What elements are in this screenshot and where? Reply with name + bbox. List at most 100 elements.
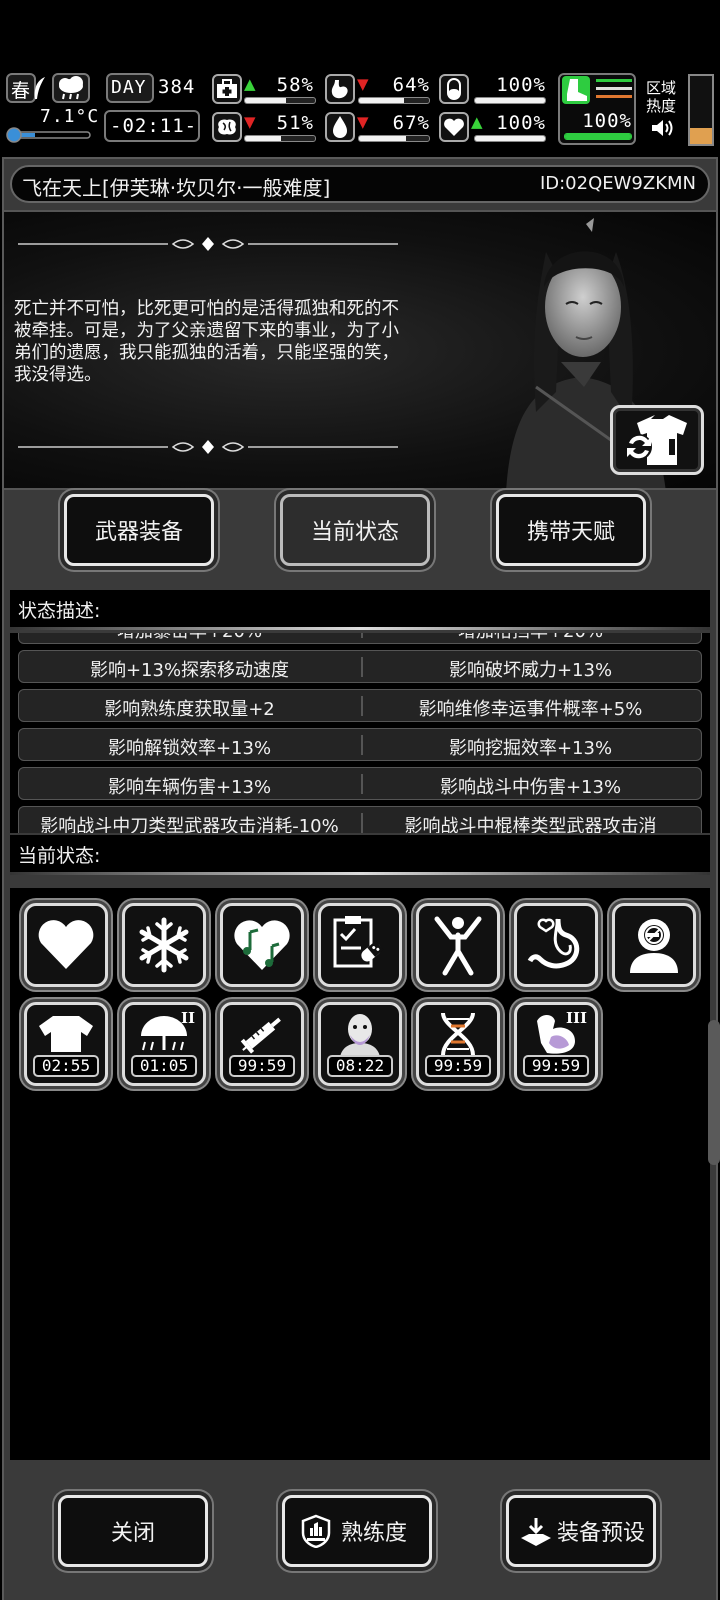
status-description-header: 状态描述: bbox=[10, 590, 710, 630]
tab-status[interactable]: 当前状态 bbox=[280, 494, 430, 566]
effect-timer: 99:59 bbox=[229, 1055, 295, 1077]
status-description-title: 状态描述: bbox=[18, 600, 101, 622]
heart-icon bbox=[439, 112, 469, 142]
equipment-preset-button[interactable]: 装备预设 bbox=[506, 1495, 656, 1567]
snowflake-icon bbox=[139, 917, 189, 973]
region-heat-meter bbox=[688, 74, 714, 146]
stamina-bar bbox=[564, 133, 632, 140]
status-tile[interactable]: 08:22 bbox=[318, 1002, 402, 1086]
stamina-lines-icon bbox=[596, 79, 632, 101]
armor-value: 100% bbox=[496, 74, 546, 96]
thirst-value: 67% bbox=[392, 112, 430, 134]
music-heart-icon bbox=[234, 920, 290, 970]
list-item: 影响+13%探索移动速度 影响破坏威力+13% bbox=[18, 650, 702, 683]
effect-tier: III bbox=[565, 1009, 587, 1027]
water-drop-icon bbox=[325, 112, 355, 142]
status-tile[interactable]: III 99:59 bbox=[514, 1002, 598, 1086]
armor-bar bbox=[474, 97, 546, 104]
effect-timer: 08:22 bbox=[327, 1055, 393, 1077]
thirst-trend-down-icon: ▼ bbox=[357, 113, 369, 131]
effect-timer: 99:59 bbox=[523, 1055, 589, 1077]
shirt-icon bbox=[39, 1016, 93, 1052]
effect-right: 影响维修幸运事件概率+5% bbox=[418, 699, 643, 720]
list-item: 影响解锁效率+13% 影响挖掘效率+13% bbox=[18, 728, 702, 761]
brain-icon bbox=[212, 112, 242, 142]
stamina-value: 100% bbox=[582, 110, 632, 132]
effect-right: 影响破坏威力+13% bbox=[448, 660, 613, 681]
clock-readout: -02:11- bbox=[110, 115, 198, 137]
panel-scrollbar[interactable] bbox=[708, 1020, 720, 1165]
health-bar bbox=[244, 97, 316, 104]
tab-weapons[interactable]: 武器装备 bbox=[64, 494, 214, 566]
mood-value: 100% bbox=[496, 112, 546, 134]
list-item: 影响战斗中刀类型武器攻击消耗-10% 影响战斗中棍棒类型武器攻击消 bbox=[18, 806, 702, 833]
status-tile[interactable] bbox=[318, 903, 402, 987]
top-ornament bbox=[18, 237, 398, 251]
bottom-ornament bbox=[18, 440, 398, 454]
list-item: 影响熟练度获取量+2 影响维修幸运事件概率+5% bbox=[18, 689, 702, 722]
current-status-title: 当前状态: bbox=[18, 845, 101, 867]
status-tile[interactable] bbox=[514, 903, 598, 987]
tab-talents[interactable]: 携带天赋 bbox=[496, 494, 646, 566]
proficiency-button[interactable]: 熟练度 bbox=[282, 1495, 432, 1567]
day-label: DAY bbox=[111, 77, 147, 98]
effect-right: 影响战斗中伤害+13% bbox=[439, 777, 622, 798]
hunger-trend-down-icon: ▼ bbox=[357, 75, 369, 93]
medicine-icon bbox=[333, 916, 384, 968]
proficiency-icon bbox=[301, 1514, 331, 1548]
status-tile[interactable]: 02:55 bbox=[24, 1002, 108, 1086]
status-tile[interactable] bbox=[416, 903, 500, 987]
close-button[interactable]: 关闭 bbox=[58, 1495, 208, 1567]
effect-right: 影响战斗中棍棒类型武器攻击消 bbox=[404, 816, 657, 833]
weather-icon bbox=[52, 73, 90, 103]
status-tile[interactable]: II 01:05 bbox=[122, 1002, 206, 1086]
list-item: 增加暴击率+20% 增加格挡率+20% bbox=[18, 633, 702, 644]
equipment-preset-label: 装备预设 bbox=[557, 1521, 646, 1546]
status-tile[interactable]: 99:59 bbox=[416, 1002, 500, 1086]
status-tile[interactable]: 99:59 bbox=[220, 1002, 304, 1086]
list-item: 影响车辆伤害+13% 影响战斗中伤害+13% bbox=[18, 767, 702, 800]
effect-tier: II bbox=[180, 1009, 195, 1027]
mental-bar bbox=[244, 135, 316, 142]
effect-timer: 01:05 bbox=[131, 1055, 197, 1077]
hunger-bar bbox=[358, 97, 430, 104]
status-tile[interactable] bbox=[122, 903, 206, 987]
character-title-bar: 飞在天上[伊芙琳·坎贝尔·一般难度] ID:02QEW9ZKMN bbox=[10, 165, 710, 203]
effect-left: 影响+13%探索移动速度 bbox=[89, 660, 290, 681]
effect-timer: 02:55 bbox=[33, 1055, 99, 1077]
region-heat-label: 区域热度 bbox=[646, 79, 677, 115]
effect-left: 影响战斗中刀类型武器攻击消耗-10% bbox=[40, 816, 339, 833]
status-tile[interactable] bbox=[612, 903, 696, 987]
day-number: 384 bbox=[158, 76, 196, 98]
sound-icon[interactable] bbox=[650, 117, 676, 143]
character-id: ID:02QEW9ZKMN bbox=[539, 173, 696, 194]
stomach-icon bbox=[325, 74, 355, 104]
dna-icon bbox=[441, 1012, 475, 1056]
medkit-icon bbox=[212, 74, 242, 104]
change-outfit-button[interactable] bbox=[610, 405, 704, 475]
hunger-value: 64% bbox=[392, 74, 430, 96]
outfit-swap-icon bbox=[626, 415, 687, 465]
clock-display: -02:11- bbox=[104, 110, 200, 142]
status-tile[interactable] bbox=[24, 903, 108, 987]
effect-right: 影响挖掘效率+13% bbox=[448, 738, 613, 759]
character-quote: 死亡并不可怕，比死更可怕的是活得孤独和死的不被牵挂。可是，为了父亲遗留下来的事业… bbox=[14, 299, 399, 385]
thermometer-icon bbox=[6, 125, 92, 143]
effect-timer: 99:59 bbox=[425, 1055, 491, 1077]
thirst-bar bbox=[358, 135, 430, 142]
mood-bar bbox=[474, 135, 546, 142]
stomach-heart-icon bbox=[527, 918, 580, 969]
proficiency-label: 熟练度 bbox=[341, 1521, 408, 1546]
status-description-list[interactable]: 增加暴击率+20% 增加格挡率+20% 影响+13%探索移动速度 影响破坏威力+… bbox=[10, 633, 710, 833]
effect-left: 影响熟练度获取量+2 bbox=[104, 699, 275, 720]
mental-value: 51% bbox=[276, 112, 314, 134]
effect-left: 增加暴击率+20% bbox=[19, 633, 360, 643]
season-label: 春 bbox=[11, 80, 31, 102]
effect-right: 增加格挡率+20% bbox=[360, 633, 701, 643]
syringe-icon bbox=[240, 1017, 281, 1054]
no-smoking-head-icon bbox=[630, 919, 678, 973]
old-man-icon bbox=[340, 1014, 380, 1057]
equipment-preset-icon bbox=[521, 1518, 551, 1546]
status-tile[interactable] bbox=[220, 903, 304, 987]
stretch-person-icon bbox=[434, 916, 482, 976]
